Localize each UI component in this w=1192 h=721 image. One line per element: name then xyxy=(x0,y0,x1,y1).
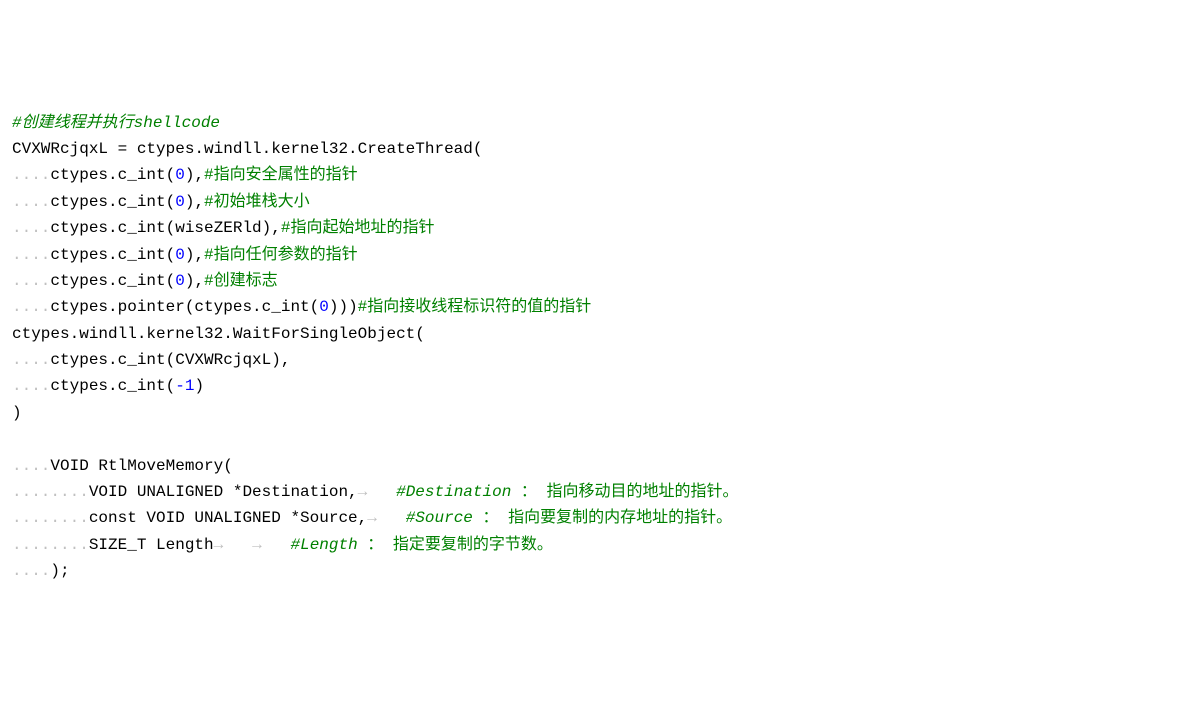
code-line-4: ....ctypes.c_int(0),#初始堆栈大小 xyxy=(12,189,1180,215)
indent-dots: .... xyxy=(12,246,50,264)
indent-dots: ........ xyxy=(12,483,89,501)
code-line-blank xyxy=(12,426,1180,452)
code-line-18: ....); xyxy=(12,558,1180,584)
tab-arrow-icon: → xyxy=(252,536,262,554)
indent-dots: .... xyxy=(12,193,50,211)
comment: #Length ： 指定要复制的字节数。 xyxy=(290,536,552,554)
code-line-10: ....ctypes.c_int(CVXWRcjqxL), xyxy=(12,347,1180,373)
code-block: #创建线程并执行shellcode CVXWRcjqxL = ctypes.win… xyxy=(12,110,1180,585)
code-line-12: ) xyxy=(12,400,1180,426)
comment: #创建标志 xyxy=(204,272,278,290)
code-line-2: CVXWRcjqxL = ctypes.windll.kernel32.Crea… xyxy=(12,136,1180,162)
comment: #初始堆栈大小 xyxy=(204,193,310,211)
code-line-14: ....VOID RtlMoveMemory( xyxy=(12,453,1180,479)
tab-arrow-icon: → xyxy=(367,509,377,527)
code-line-9: ctypes.windll.kernel32.WaitForSingleObje… xyxy=(12,321,1180,347)
code-line-16: ........const VOID UNALIGNED *Source,→ #… xyxy=(12,505,1180,531)
code-line-1: #创建线程并执行shellcode xyxy=(12,110,1180,136)
code-line-5: ....ctypes.c_int(wiseZERld),#指向起始地址的指针 xyxy=(12,215,1180,241)
comment: #指向起始地址的指针 xyxy=(281,219,435,237)
indent-dots: .... xyxy=(12,377,50,395)
indent-dots: .... xyxy=(12,298,50,316)
indent-dots: .... xyxy=(12,272,50,290)
tab-arrow-icon: → xyxy=(358,483,368,501)
code-line-15: ........VOID UNALIGNED *Destination,→ #D… xyxy=(12,479,1180,505)
comment: #指向任何参数的指针 xyxy=(204,246,358,264)
indent-dots: .... xyxy=(12,457,50,475)
indent-dots: .... xyxy=(12,562,50,580)
code-line-11: ....ctypes.c_int(-1) xyxy=(12,373,1180,399)
comment: #Source ： 指向要复制的内存地址的指针。 xyxy=(406,509,732,527)
code-line-7: ....ctypes.c_int(0),#创建标志 xyxy=(12,268,1180,294)
code-line-8: ....ctypes.pointer(ctypes.c_int(0)))#指向接… xyxy=(12,294,1180,320)
indent-dots: .... xyxy=(12,351,50,369)
tab-arrow-icon: → xyxy=(214,536,224,554)
indent-dots: .... xyxy=(12,166,50,184)
comment: #指向安全属性的指针 xyxy=(204,166,358,184)
indent-dots: .... xyxy=(12,219,50,237)
code-line-3: ....ctypes.c_int(0),#指向安全属性的指针 xyxy=(12,162,1180,188)
indent-dots: ........ xyxy=(12,536,89,554)
code-line-6: ....ctypes.c_int(0),#指向任何参数的指针 xyxy=(12,242,1180,268)
indent-dots: ........ xyxy=(12,509,89,527)
comment: #Destination ： 指向移动目的地址的指针。 xyxy=(396,483,738,501)
comment: #指向接收线程标识符的值的指针 xyxy=(358,298,592,316)
comment: #创建线程并执行shellcode xyxy=(12,114,220,132)
